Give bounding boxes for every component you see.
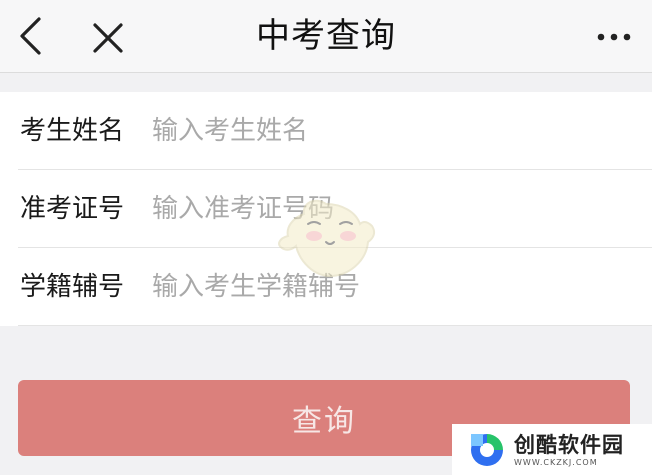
site-watermark: 创酷软件园 WWW.CKZKJ.COM [452,424,652,475]
watermark-url: WWW.CKZKJ.COM [514,457,598,467]
chevron-left-icon [20,17,41,55]
ticket-number-label: 准考证号 [20,194,125,224]
student-id-label: 学籍辅号 [20,272,125,302]
close-icon [93,23,123,53]
more-button[interactable] [594,22,634,52]
watermark-brand: 创酷软件园 [514,432,624,457]
navigation-bar: 中考查询 [0,0,652,73]
more-horizontal-icon [597,33,631,41]
ticket-number-input[interactable] [152,188,622,230]
back-button[interactable] [12,14,48,58]
row-divider [18,325,652,326]
close-button[interactable] [88,16,128,60]
name-label: 考生姓名 [20,116,125,146]
brand-logo-icon [471,433,503,466]
student-id-input[interactable] [152,266,622,308]
name-input[interactable] [152,110,622,152]
form-row-name: 考生姓名 [0,92,652,170]
mascot-watermark-icon [278,199,376,278]
